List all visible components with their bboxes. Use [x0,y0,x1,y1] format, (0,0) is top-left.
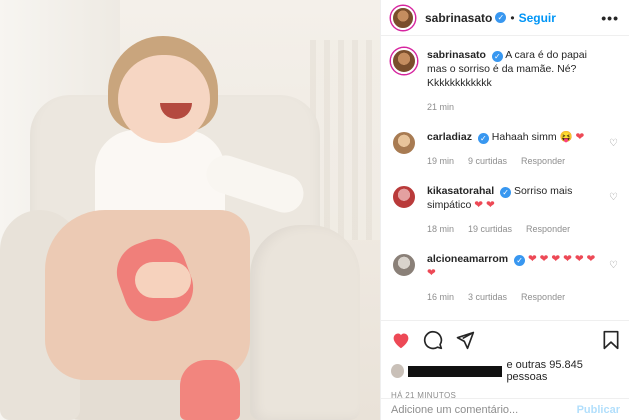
comment-text: Hahaah simm 😝 [491,131,573,143]
comment-likes[interactable]: 9 curtidas [468,154,507,168]
likes-summary[interactable]: e outras 95.845 pessoas [391,359,620,383]
child-hand [135,262,191,298]
avatar[interactable] [391,130,417,156]
avatar[interactable] [391,184,417,210]
caption: sabrinasato ✓ A cara é do papai mas o so… [391,48,620,114]
instagram-post: sabrinasato ✓ • Seguir ••• sabrinasato ✓… [0,0,629,420]
more-icon[interactable]: ••• [601,10,619,26]
list-item: alcioneamarrom ✓ ❤ ❤ ❤ ❤ ❤ ❤ ❤ 16 min 3 … [391,252,620,304]
verified-badge-icon: ✓ [491,51,503,62]
follow-button[interactable]: Seguir [519,11,556,25]
reply-button[interactable]: Responder [521,290,565,304]
post-side-panel: sabrinasato ✓ • Seguir ••• sabrinasato ✓… [380,0,629,420]
avatar[interactable] [391,252,417,278]
comments-list[interactable]: sabrinasato ✓ A cara é do papai mas o so… [381,36,629,320]
reply-button[interactable]: Responder [521,154,565,168]
bookmark-icon[interactable] [602,330,620,350]
child-face [118,55,210,143]
list-item: kikasatorahal ✓ Sorriso mais simpático ❤… [391,184,620,236]
background-blinds [310,40,380,240]
caption-username[interactable]: sabrinasato [427,49,486,61]
armchair-right-arm [250,225,360,420]
separator-dot: • [510,10,515,25]
caption-time[interactable]: 21 min [427,100,454,114]
verified-badge-icon: ✓ [477,133,489,144]
comment-icon[interactable] [423,330,443,350]
comment-like-icon[interactable]: ♡ [609,138,618,149]
comment-likes[interactable]: 19 curtidas [468,222,512,236]
avatar[interactable] [391,5,415,30]
header-username[interactable]: sabrinasato [425,11,492,25]
share-icon[interactable] [455,330,475,350]
post-header: sabrinasato ✓ • Seguir ••• [381,0,629,36]
verified-badge-icon: ✓ [500,187,512,198]
comment-hearts: ❤ [575,131,585,143]
comment-likes[interactable]: 3 curtidas [468,290,507,304]
comment-like-icon[interactable]: ♡ [609,260,618,271]
comment-username[interactable]: carladiaz [427,131,472,143]
avatar [391,364,405,378]
reply-button[interactable]: Responder [526,222,570,236]
comment-time[interactable]: 16 min [427,290,454,304]
redacted-username [408,365,503,377]
comment-time[interactable]: 18 min [427,222,454,236]
action-bar [391,329,620,351]
comment-like-icon[interactable]: ♡ [609,192,618,203]
comment-time[interactable]: 19 min [427,154,454,168]
pink-sock [180,360,240,420]
publish-button[interactable]: Publicar [577,404,620,416]
list-item: carladiaz ✓ Hahaah simm 😝 ❤ 19 min 9 cur… [391,130,620,168]
comment-username[interactable]: alcioneamarrom [427,253,508,265]
verified-badge-icon: ✓ [495,12,507,23]
comment-input[interactable]: Adicione um comentário... [391,404,518,416]
comment-hearts: ❤ ❤ [474,199,495,211]
add-comment-bar: Adicione um comentário... Publicar [381,398,629,420]
heart-icon[interactable] [391,331,411,349]
likes-text: e outras 95.845 pessoas [506,359,583,383]
verified-badge-icon: ✓ [514,255,526,266]
post-photo[interactable] [0,0,380,420]
comment-username[interactable]: kikasatorahal [427,185,494,197]
avatar[interactable] [391,48,417,74]
